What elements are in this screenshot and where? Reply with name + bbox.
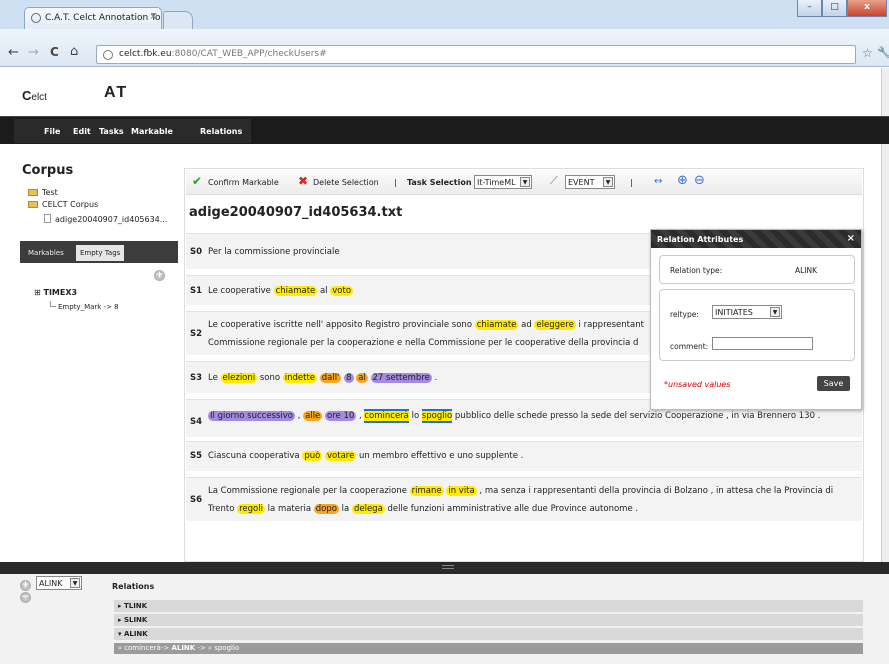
document-title: adige20040907_id405634.txt <box>189 205 403 220</box>
back-icon[interactable]: ← <box>8 45 19 60</box>
relation-type-label: Relation type: <box>670 266 723 275</box>
relation-item[interactable]: ⌕ comincerà-> ALINK -> ⌕ spoglio <box>114 643 863 654</box>
maximize-button[interactable]: □ <box>822 0 847 17</box>
menu-edit[interactable]: Edit <box>73 127 91 136</box>
tree-timex3[interactable]: ⊞ TIMEX3 <box>34 288 77 297</box>
menu-bar: File Edit Tasks Markable Relations <box>0 116 889 144</box>
search-icon: ⌕ <box>208 644 212 652</box>
add-relation-icon[interactable]: + <box>20 580 31 591</box>
unsaved-warning: *unsaved values <box>664 380 731 389</box>
task-select[interactable]: It-TimeML ▼ <box>474 175 532 189</box>
delete-x-icon: ✖ <box>298 174 309 188</box>
task-selection-label: Task Selection <box>407 178 472 187</box>
new-tab-button[interactable] <box>163 11 193 29</box>
wrench-icon[interactable]: 🔧 <box>877 46 889 59</box>
save-button[interactable]: Save <box>817 376 850 391</box>
search-icon: ⌕ <box>118 644 122 652</box>
reltype-label: reltype: <box>670 310 699 319</box>
markable-event: voto <box>330 286 354 296</box>
folder-open-icon <box>28 201 38 208</box>
remove-relation-icon[interactable]: − <box>20 592 31 603</box>
relation-type-select[interactable]: ALINK ▼ <box>36 576 82 590</box>
zoom-in-icon[interactable]: ⊕ <box>677 173 688 188</box>
close-icon[interactable]: × <box>149 12 157 22</box>
delete-selection-button[interactable]: Delete Selection <box>313 178 379 187</box>
panel-splitter[interactable] <box>0 562 889 574</box>
chevron-right-icon: ▸ <box>118 602 122 610</box>
event-select[interactable]: EVENT ▼ <box>565 175 615 189</box>
sentence-s5: S5 Ciascuna cooperativa può votare un me… <box>186 441 862 471</box>
sentence-s6: S6 La Commissione regionale per la coope… <box>186 477 862 521</box>
chevron-right-icon: ▸ <box>118 616 122 624</box>
address-bar[interactable]: celct.fbk.eu:8080/CAT_WEB_APP/checkUsers… <box>96 45 856 64</box>
splitter-grip[interactable] <box>442 565 454 569</box>
sidebar-tabs: Markables Empty Tags <box>20 241 178 263</box>
home-icon[interactable]: ⌂ <box>70 44 78 59</box>
cat-logo: AT <box>104 84 129 101</box>
checkmark-icon: ✔ <box>192 174 203 188</box>
chevron-down-icon: ▼ <box>70 578 80 588</box>
forward-icon[interactable]: → <box>28 45 39 60</box>
bookmark-star-icon[interactable]: ☆ <box>862 46 873 60</box>
url-host: celct.fbk.eu <box>119 49 172 59</box>
menu-relations[interactable]: Relations <box>200 127 242 136</box>
tab-title: C.A.T. Celct Annotation To <box>45 13 161 23</box>
relation-fields-box: reltype: INITIATES ▼ comment: <box>659 289 855 361</box>
relation-type-box: Relation type: ALINK <box>659 255 855 284</box>
relations-label: Relations <box>112 582 155 591</box>
tree-folder-celct[interactable]: CELCT Corpus <box>28 200 98 209</box>
chevron-down-icon: ▾ <box>118 630 122 638</box>
expand-icon[interactable]: ⊞ <box>34 288 41 297</box>
celct-logo: Celct <box>22 88 47 103</box>
tab-empty-tags[interactable]: Empty Tags <box>76 245 125 261</box>
menu-tasks[interactable]: Tasks <box>99 127 124 136</box>
chevron-down-icon: ▼ <box>770 307 780 317</box>
annotation-toolbar: ✔ Confirm Markable ✖ Delete Selection | … <box>186 170 862 195</box>
reload-icon[interactable]: C <box>50 45 59 59</box>
minimize-button[interactable]: – <box>797 0 822 17</box>
corpus-heading: Corpus <box>22 163 74 178</box>
chevron-down-icon: ▼ <box>603 177 613 187</box>
close-window-button[interactable]: x <box>847 0 887 17</box>
page-icon <box>103 50 113 60</box>
confirm-markable-button[interactable]: Confirm Markable <box>208 178 279 187</box>
pen-icon[interactable]: ⟋ <box>550 174 558 188</box>
tree-folder-test[interactable]: Test <box>28 188 58 197</box>
relation-group-slink[interactable]: ▸ SLINK <box>114 614 863 626</box>
window-controls: – □ x <box>797 0 887 17</box>
markable-event: chiamate <box>273 286 318 296</box>
globe-icon <box>31 13 41 23</box>
menu-file[interactable]: File <box>44 127 60 136</box>
app-header <box>0 68 889 116</box>
browser-tab[interactable]: C.A.T. Celct Annotation To × <box>24 7 162 29</box>
resize-arrow-icon[interactable]: ↔ <box>654 176 662 187</box>
relation-type-value: ALINK <box>795 266 818 275</box>
tab-markables[interactable]: Markables <box>24 245 68 261</box>
comment-input[interactable] <box>712 337 813 350</box>
relation-panel-header: Relation Attributes × <box>651 230 861 248</box>
file-icon <box>44 214 51 223</box>
tree-empty-mark[interactable]: Empty_Mark -> 8 <box>50 301 119 311</box>
toolbar-separator: | <box>394 178 397 187</box>
tree-file-adige[interactable]: adige20040907_id405634... <box>44 214 167 224</box>
zoom-out-icon[interactable]: ⊖ <box>694 173 705 188</box>
menu-markable[interactable]: Markable <box>131 127 173 136</box>
close-icon[interactable]: × <box>847 233 855 244</box>
toolbar-separator-2: | <box>630 178 633 187</box>
add-icon[interactable]: + <box>154 270 165 281</box>
comment-label: comment: <box>670 342 709 351</box>
relation-group-tlink[interactable]: ▸ TLINK <box>114 600 863 612</box>
relation-attributes-panel: Relation Attributes × Relation type: ALI… <box>650 229 862 410</box>
relation-group-alink[interactable]: ▾ ALINK <box>114 628 863 640</box>
url-path: :8080/CAT_WEB_APP/checkUsers# <box>171 49 327 59</box>
reltype-select[interactable]: INITIATES ▼ <box>712 305 782 319</box>
folder-icon <box>28 189 38 196</box>
menu-group: File Edit Tasks Markable Relations <box>14 119 251 143</box>
chevron-down-icon: ▼ <box>520 177 530 187</box>
